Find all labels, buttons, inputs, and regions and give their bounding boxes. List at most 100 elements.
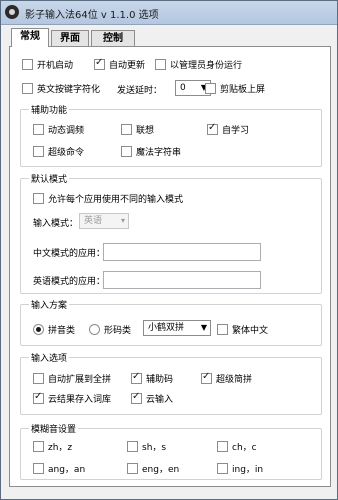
send-delay-label: 发送延时： <box>117 86 163 96</box>
cloud-save-label: 云结果存入词库 <box>48 394 112 405</box>
autostart-label: 开机启动 <box>37 60 74 71</box>
cloud-input-checkbox[interactable] <box>131 391 142 404</box>
dynamic-freq-label: 动态调频 <box>48 125 85 136</box>
fuzzy-sh-label: sh，s <box>142 442 167 453</box>
assist-item[interactable]: 自学习 <box>207 122 249 136</box>
fuzzy-eng-label: eng，en <box>142 464 180 475</box>
fuzzy-item[interactable]: zh，z <box>33 439 72 453</box>
tab-general[interactable]: 常规 <box>11 28 49 47</box>
autoupdate-label: 自动更新 <box>109 60 146 71</box>
app-logo-icon <box>5 5 19 19</box>
scheme-value: 小鹤双拼 <box>148 323 185 333</box>
aux-code-checkbox[interactable] <box>131 371 142 384</box>
english-apps-label: 英语模式的应用： <box>33 277 106 287</box>
cloud-input-label: 云输入 <box>146 394 174 405</box>
scheme-select[interactable]: 小鹤双拼 ▼ <box>143 320 211 336</box>
shape-label: 形码类 <box>104 325 132 336</box>
run-as-admin-label: 以管理员身份运行 <box>170 60 243 71</box>
assist-group: 辅助功能 动态调频 联想 自学习 超级命令 魔法字符串 <box>20 103 322 167</box>
fuzzy-item[interactable]: sh，s <box>127 439 166 453</box>
run-as-admin-checkbox[interactable] <box>155 58 166 70</box>
fuzzy-item[interactable]: ang，an <box>33 461 85 475</box>
fuzzy-zh-checkbox[interactable] <box>33 440 44 452</box>
fuzzy-ing-checkbox[interactable] <box>217 462 228 474</box>
window-title: 影子输入法64位 v 1.1.0 选项 <box>25 10 159 21</box>
input-options-group: 输入选项 自动扩展到全拼 辅助码 超级简拼 云结果存入词库 云输入 <box>20 351 322 415</box>
pinyin-option[interactable]: 拼音类 <box>33 322 75 336</box>
fuzzy-item[interactable]: ch，c <box>217 439 257 453</box>
shape-option[interactable]: 形码类 <box>89 322 131 336</box>
title-bar[interactable]: 影子输入法64位 v 1.1.0 选项 <box>1 1 337 25</box>
per-app-option[interactable]: 允许每个应用使用不同的输入模式 <box>33 191 183 205</box>
tab-control[interactable]: 控制 <box>91 30 135 46</box>
dynamic-freq-checkbox[interactable] <box>33 123 44 135</box>
traditional-checkbox[interactable] <box>217 323 228 335</box>
input-option-item[interactable]: 辅助码 <box>131 371 173 385</box>
fuzzy-item[interactable]: ing，in <box>217 461 263 475</box>
assist-group-title: 辅助功能 <box>29 103 70 116</box>
chinese-apps-label: 中文模式的应用： <box>33 249 106 259</box>
fuzzy-group: 模糊音设置 zh，z sh，s ch，c ang，an eng，en ing，i… <box>20 422 322 480</box>
assist-item[interactable]: 动态调频 <box>33 122 84 136</box>
fuzzy-eng-checkbox[interactable] <box>127 462 138 474</box>
fuzzy-ang-checkbox[interactable] <box>33 462 44 474</box>
super-abbrev-label: 超级简拼 <box>216 374 253 385</box>
options-window: 影子输入法64位 v 1.1.0 选项 常规 界面 控制 开机启动 自动更新 以… <box>0 0 338 500</box>
autostart-option[interactable]: 开机启动 <box>22 57 73 71</box>
english-punct-checkbox[interactable] <box>22 82 33 94</box>
input-mode-label: 输入模式： <box>33 219 79 229</box>
input-option-item[interactable]: 自动扩展到全拼 <box>33 371 111 385</box>
association-label: 联想 <box>136 125 155 136</box>
fuzzy-ch-label: ch，c <box>232 442 257 453</box>
clipboard-screen-option[interactable]: 剪贴板上屏 <box>205 81 265 95</box>
auto-expand-label: 自动扩展到全拼 <box>48 374 112 385</box>
input-option-item[interactable]: 超级简拼 <box>201 371 252 385</box>
run-as-admin-option[interactable]: 以管理员身份运行 <box>155 57 242 71</box>
assist-item[interactable]: 魔法字符串 <box>121 144 181 158</box>
auto-expand-checkbox[interactable] <box>33 372 44 384</box>
chevron-down-icon: ▾ <box>120 216 125 225</box>
autostart-checkbox[interactable] <box>22 58 33 70</box>
traditional-label: 繁体中文 <box>232 325 269 336</box>
default-mode-group: 默认模式 允许每个应用使用不同的输入模式 输入模式： 英语 ▾ 中文模式的应用：… <box>20 172 322 294</box>
chinese-apps-input[interactable] <box>103 243 261 261</box>
autoupdate-checkbox[interactable] <box>94 57 105 70</box>
input-mode-value: 英语 <box>84 216 103 226</box>
super-command-checkbox[interactable] <box>33 145 44 157</box>
traditional-option[interactable]: 繁体中文 <box>217 322 268 336</box>
association-checkbox[interactable] <box>121 123 132 135</box>
self-learn-checkbox[interactable] <box>207 122 218 135</box>
autoupdate-option[interactable]: 自动更新 <box>94 57 145 71</box>
input-option-item[interactable]: 云结果存入词库 <box>33 391 111 405</box>
super-abbrev-checkbox[interactable] <box>201 371 212 384</box>
fuzzy-sh-checkbox[interactable] <box>127 440 138 452</box>
input-option-item[interactable]: 云输入 <box>131 391 173 405</box>
clipboard-screen-checkbox[interactable] <box>205 82 216 94</box>
fuzzy-zh-label: zh，z <box>48 442 73 453</box>
super-command-label: 超级命令 <box>48 147 85 158</box>
magic-string-checkbox[interactable] <box>121 145 132 157</box>
send-delay-value: 0 <box>180 83 186 93</box>
input-mode-select[interactable]: 英语 ▾ <box>79 213 129 229</box>
cloud-save-checkbox[interactable] <box>33 391 44 404</box>
pinyin-radio[interactable] <box>33 323 44 335</box>
shape-radio[interactable] <box>89 323 100 335</box>
aux-code-label: 辅助码 <box>146 374 174 385</box>
scheme-group-title: 输入方案 <box>29 298 70 311</box>
english-apps-input[interactable] <box>103 271 261 289</box>
tab-interface[interactable]: 界面 <box>51 30 89 46</box>
fuzzy-ang-label: ang，an <box>48 464 86 475</box>
pinyin-label: 拼音类 <box>48 325 76 336</box>
input-options-group-title: 输入选项 <box>29 351 70 364</box>
magic-string-label: 魔法字符串 <box>136 147 182 158</box>
fuzzy-item[interactable]: eng，en <box>127 461 179 475</box>
english-punct-label: 英文按键字符化 <box>37 84 101 95</box>
fuzzy-ch-checkbox[interactable] <box>217 440 228 452</box>
fuzzy-group-title: 模糊音设置 <box>29 422 79 435</box>
english-punct-option[interactable]: 英文按键字符化 <box>22 81 100 95</box>
per-app-label: 允许每个应用使用不同的输入模式 <box>48 194 184 205</box>
per-app-checkbox[interactable] <box>33 192 44 204</box>
assist-item[interactable]: 超级命令 <box>33 144 84 158</box>
assist-item[interactable]: 联想 <box>121 122 154 136</box>
default-mode-group-title: 默认模式 <box>29 172 70 185</box>
